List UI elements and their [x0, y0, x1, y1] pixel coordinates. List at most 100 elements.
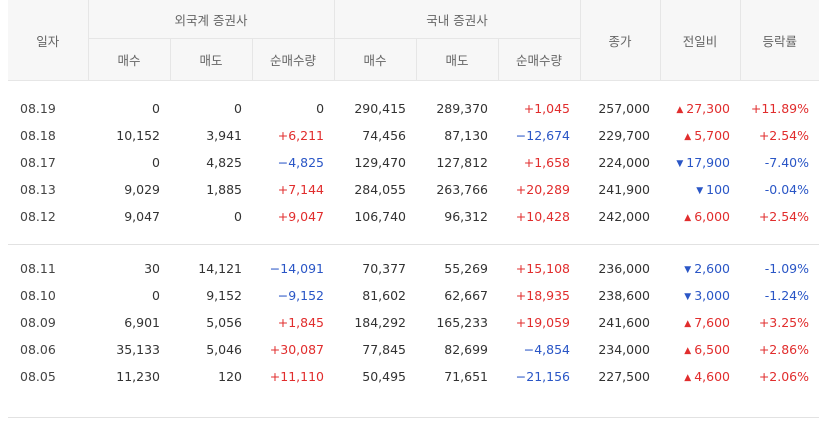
domestic-sell-cell: 62,667 [444, 288, 489, 303]
foreign-buy-cell: 30 [144, 261, 160, 276]
date-cell: 08.18 [20, 128, 56, 143]
triangle-down-icon: ▼ [676, 159, 684, 169]
change-value: 6,000 [694, 209, 731, 224]
change-cell: ▲ 27,300 [660, 95, 740, 122]
domestic-sell-cell: 55,269 [444, 261, 489, 276]
foreign-buy-cell: 35,133 [116, 342, 160, 357]
rate-cell: +2.86% [758, 342, 810, 357]
date-cell: 08.19 [20, 101, 56, 116]
header-change: 전일비 [659, 0, 741, 81]
change-cell: ▲ 6,500 [660, 336, 740, 363]
date-cell: 08.06 [20, 342, 56, 357]
triangle-up-icon: ▲ [676, 105, 684, 115]
change-cell: ▼ 2,600 [660, 255, 740, 282]
foreign-sell-cell: 0 [234, 209, 242, 224]
rate-cell: -1.09% [764, 261, 810, 276]
triangle-up-icon: ▲ [684, 132, 692, 142]
header-date: 일자 [8, 0, 88, 81]
spacer-cell [8, 245, 819, 255]
close-cell: 224,000 [598, 155, 651, 170]
spacer-cell [8, 230, 819, 245]
domestic-net-cell: −12,674 [515, 128, 571, 143]
triangle-down-icon: ▼ [684, 265, 692, 275]
table-row: 08.13 9,029 1,885 +7,144 284,055 263,766 +20,2… [8, 176, 819, 203]
date-cell: 08.11 [20, 261, 56, 276]
broker-trading-table: 일자 외국계 증권사 국내 증권사 종가 전일비 등락률 매수 매도 순매수량 … [8, 0, 819, 390]
date-cell: 08.12 [20, 209, 56, 224]
domestic-buy-cell: 184,292 [354, 315, 407, 330]
domestic-sell-cell: 263,766 [436, 182, 489, 197]
domestic-net-cell: +19,059 [515, 315, 571, 330]
foreign-sell-cell: 120 [218, 369, 242, 384]
foreign-net-cell: +7,144 [277, 182, 325, 197]
triangle-down-icon: ▼ [696, 186, 704, 196]
domestic-net-cell: −21,156 [515, 369, 571, 384]
table-row: 08.06 35,133 5,046 +30,087 77,845 82,699 −4,85… [8, 336, 819, 363]
domestic-buy-cell: 77,845 [362, 342, 407, 357]
foreign-net-cell: +30,087 [269, 342, 325, 357]
foreign-buy-cell: 9,047 [124, 209, 160, 224]
change-cell: ▲ 4,600 [660, 363, 740, 390]
change-value: 6,500 [694, 342, 731, 357]
change-cell: ▲ 6,000 [660, 203, 740, 230]
domestic-net-cell: +15,108 [515, 261, 571, 276]
date-cell: 08.10 [20, 288, 56, 303]
header-domestic-net: 순매수량 [497, 38, 581, 81]
close-cell: 227,500 [598, 369, 651, 384]
date-cell: 08.05 [20, 369, 56, 384]
domestic-buy-cell: 106,740 [354, 209, 407, 224]
table-row: 08.12 9,047 0 +9,047 106,740 96,312 +10,428 242… [8, 203, 819, 230]
foreign-sell-cell: 3,941 [206, 128, 242, 143]
close-cell: 241,900 [598, 182, 651, 197]
table-row: 08.11 30 14,121 −14,091 70,377 55,269 +15,108 2… [8, 255, 819, 282]
table-bottom-divider [8, 417, 819, 418]
header-foreign-net: 순매수량 [251, 38, 335, 81]
domestic-buy-cell: 81,602 [362, 288, 407, 303]
close-cell: 238,600 [598, 288, 651, 303]
change-cell: ▼ 3,000 [660, 282, 740, 309]
close-cell: 257,000 [598, 101, 651, 116]
close-cell: 241,600 [598, 315, 651, 330]
table-body: 08.19 0 0 0 290,415 289,370 +1,045 257,000 ▲ 27,3… [8, 81, 819, 391]
domestic-net-cell: +10,428 [515, 209, 571, 224]
change-value: 5,700 [694, 128, 731, 143]
foreign-net-cell: +1,845 [277, 315, 325, 330]
change-value: 4,600 [694, 369, 731, 384]
change-cell: ▼ 17,900 [660, 149, 740, 176]
foreign-net-cell: −14,091 [269, 261, 325, 276]
change-value: 7,600 [694, 315, 731, 330]
foreign-net-cell: +6,211 [277, 128, 325, 143]
change-value: 17,900 [686, 155, 731, 170]
foreign-sell-cell: 0 [234, 101, 242, 116]
rate-cell: +11.89% [750, 101, 810, 116]
row-spacer [8, 245, 819, 255]
header-domestic-buy: 매수 [333, 38, 417, 81]
change-cell: ▲ 5,700 [660, 122, 740, 149]
close-cell: 234,000 [598, 342, 651, 357]
foreign-buy-cell: 0 [152, 288, 160, 303]
domestic-net-cell: +18,935 [515, 288, 571, 303]
domestic-buy-cell: 70,377 [362, 261, 407, 276]
foreign-buy-cell: 11,230 [116, 369, 160, 384]
domestic-sell-cell: 96,312 [444, 209, 489, 224]
foreign-net-cell: +11,110 [269, 369, 325, 384]
row-spacer [8, 230, 819, 245]
foreign-net-cell: 0 [316, 101, 325, 116]
close-cell: 229,700 [598, 128, 651, 143]
foreign-sell-cell: 5,056 [206, 315, 242, 330]
row-spacer [8, 81, 819, 96]
domestic-sell-cell: 127,812 [436, 155, 489, 170]
foreign-buy-cell: 10,152 [116, 128, 160, 143]
close-cell: 236,000 [598, 261, 651, 276]
date-cell: 08.13 [20, 182, 56, 197]
date-cell: 08.09 [20, 315, 56, 330]
table-row: 08.05 11,230 120 +11,110 50,495 71,651 −21,156… [8, 363, 819, 390]
foreign-buy-cell: 6,901 [124, 315, 160, 330]
rate-cell: -1.24% [764, 288, 810, 303]
domestic-buy-cell: 50,495 [362, 369, 407, 384]
rate-cell: +2.06% [758, 369, 810, 384]
header-domestic-brokers: 국내 증권사 [333, 0, 581, 39]
domestic-buy-cell: 284,055 [354, 182, 407, 197]
rate-cell: +3.25% [758, 315, 810, 330]
change-value: 3,000 [694, 288, 731, 303]
